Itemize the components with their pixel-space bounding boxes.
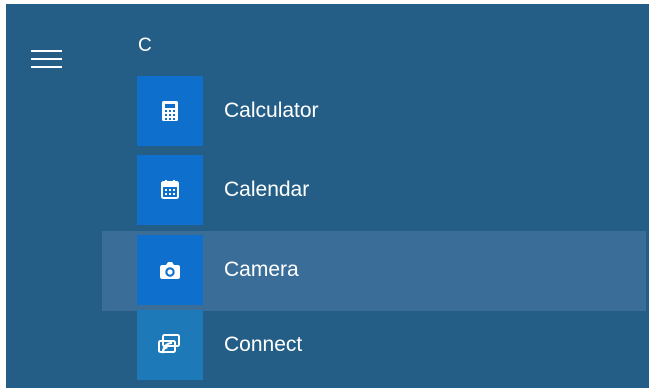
app-tile	[137, 235, 203, 305]
calculator-icon	[158, 99, 182, 123]
start-menu-panel: C Calculator Calendar Camera Connect	[6, 4, 649, 388]
app-tile	[137, 155, 203, 225]
app-label-calculator: Calculator	[224, 99, 319, 122]
app-label-calendar: Calendar	[224, 178, 310, 201]
menu-line	[31, 50, 62, 52]
app-item-calendar[interactable]: Calendar	[102, 155, 646, 235]
app-tile	[137, 310, 203, 380]
camera-icon	[156, 256, 184, 284]
app-tile	[137, 76, 203, 146]
app-item-camera[interactable]: Camera	[102, 231, 646, 311]
app-label-connect: Connect	[224, 333, 303, 356]
app-label-camera: Camera	[224, 258, 299, 281]
calendar-icon	[157, 177, 183, 203]
connect-icon	[155, 330, 185, 360]
app-group-header-c[interactable]: C	[138, 31, 168, 61]
menu-line	[31, 58, 62, 60]
hamburger-menu-icon[interactable]	[28, 46, 64, 74]
app-item-connect[interactable]: Connect	[102, 310, 646, 388]
app-item-calculator[interactable]: Calculator	[102, 76, 646, 156]
menu-line	[31, 66, 62, 68]
